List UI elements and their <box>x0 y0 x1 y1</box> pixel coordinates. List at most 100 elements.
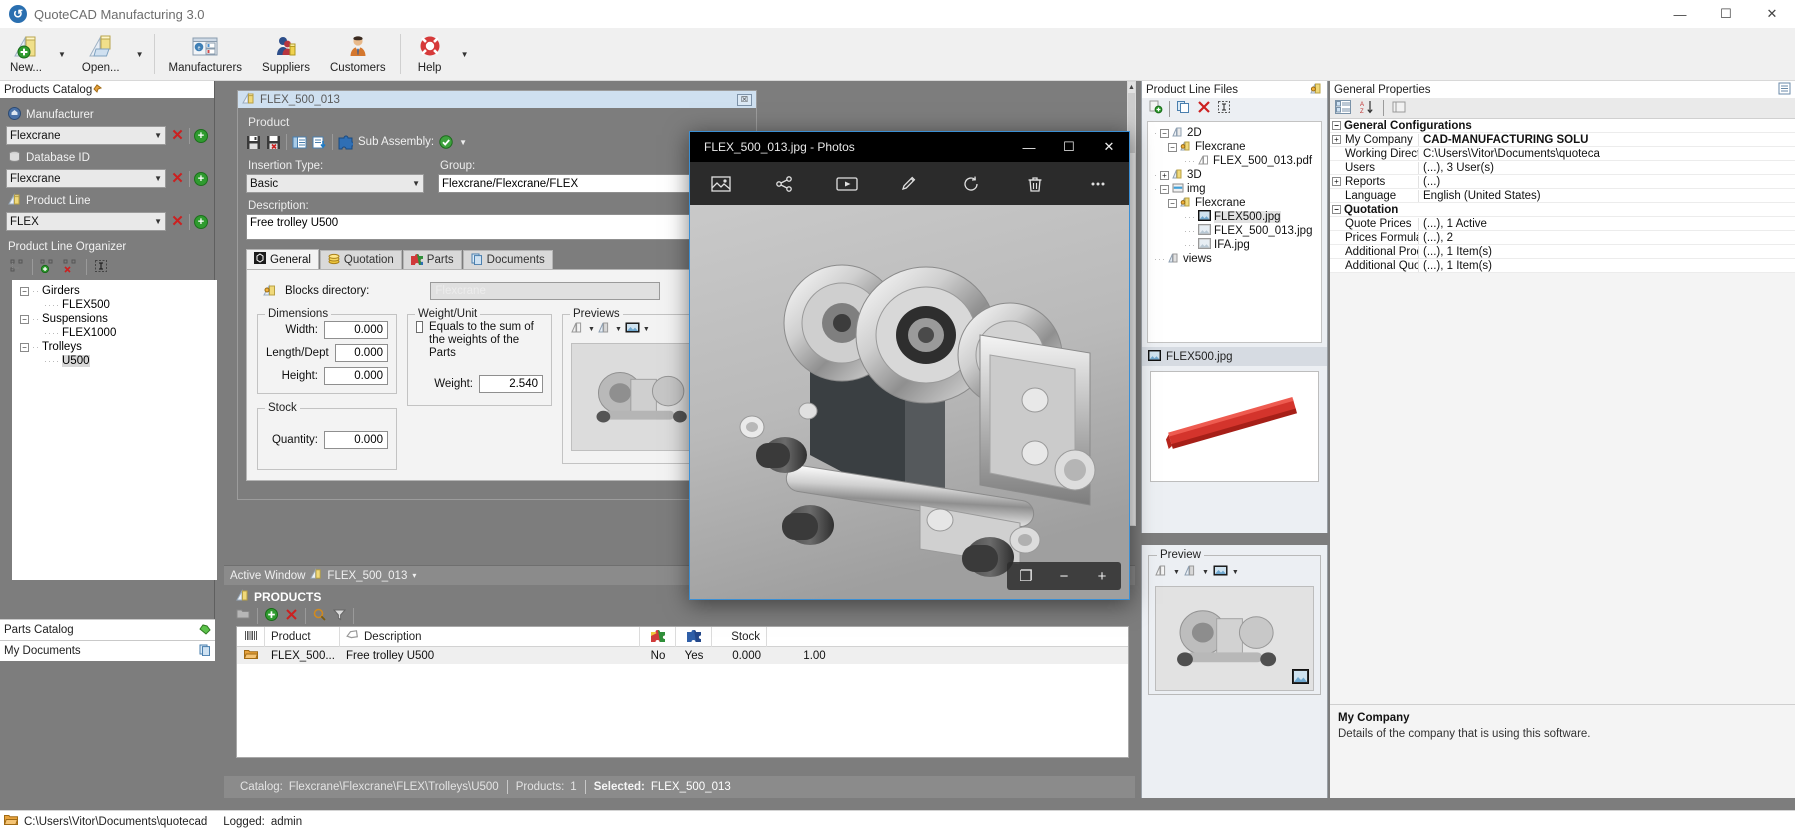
manufacturer-select[interactable]: Flexcrane ▼ <box>6 126 166 145</box>
preview-img-dropdown[interactable]: ▼ <box>643 326 650 333</box>
open-folder-icon[interactable] <box>236 608 250 623</box>
add-product-line-button[interactable]: + <box>194 214 208 229</box>
ribbon-help-button[interactable]: Help <box>405 28 455 80</box>
add-database-id-button[interactable]: + <box>194 171 208 186</box>
property-row[interactable]: − Quotation <box>1330 203 1795 217</box>
column-stock[interactable]: Stock <box>712 627 767 647</box>
expander-icon[interactable]: + <box>1332 135 1341 144</box>
property-row[interactable]: + My Company CAD-MANUFACTURING SOLU <box>1330 133 1795 147</box>
ribbon-open-dropdown[interactable]: ▼ <box>130 28 150 80</box>
property-row[interactable]: Additional Quot (...), 1 Item(s) <box>1330 259 1795 273</box>
share-icon[interactable] <box>753 162 816 205</box>
weight-sum-checkbox-row[interactable]: Equals to the sum of the weights of the … <box>416 321 543 360</box>
active-window-value[interactable]: FLEX_500_013 <box>327 570 407 582</box>
expander-icon[interactable]: − <box>1332 205 1341 214</box>
organizer-node-icon[interactable] <box>10 259 25 276</box>
delete-icon[interactable] <box>285 608 298 624</box>
file-node-flex500-jpg[interactable]: ··· FLEX500.jpg <box>1150 210 1321 224</box>
view-all-photos-icon[interactable] <box>690 162 753 205</box>
delete-file-icon[interactable] <box>1197 100 1211 117</box>
minimize-button[interactable]: — <box>1657 0 1703 28</box>
property-row[interactable]: Additional Prod (...), 1 Item(s) <box>1330 245 1795 259</box>
preview-3d-icon[interactable] <box>598 321 612 337</box>
height-input[interactable]: 0.000 <box>324 367 388 385</box>
product-line-tree[interactable]: − ·· Girders ···· FLEX500 − ·· Suspensio… <box>12 280 217 580</box>
rename-file-icon[interactable] <box>1217 100 1231 117</box>
properties-icon[interactable] <box>292 135 307 150</box>
table-row[interactable]: FLEX_500... Free trolley U500 No Yes 0.0… <box>237 647 1128 664</box>
file-node-views[interactable]: ··· views <box>1150 252 1321 266</box>
photo-image[interactable]: ❐ − + <box>690 205 1129 599</box>
tab-documents[interactable]: Documents <box>462 250 553 269</box>
edit-draw-icon[interactable] <box>878 162 941 205</box>
slideshow-icon[interactable] <box>815 162 878 205</box>
tree-node-trolleys[interactable]: − ·· Trolleys <box>12 340 217 354</box>
property-row[interactable]: Working Direct C:\Users\Vitor\Documents\… <box>1330 147 1795 161</box>
tree-node-flex1000[interactable]: ···· FLEX1000 <box>12 326 217 340</box>
preview-2d-dropdown[interactable]: ▼ <box>1173 569 1180 576</box>
file-node-2d[interactable]: · − 2D <box>1150 126 1321 140</box>
preview-3d-dropdown[interactable]: ▼ <box>615 326 622 333</box>
import-icon[interactable] <box>312 135 327 150</box>
clear-product-line-button[interactable]: ✕ <box>170 214 185 229</box>
column-barcode[interactable] <box>237 627 265 647</box>
expander-icon[interactable]: − <box>1168 142 1177 152</box>
clear-database-id-button[interactable]: ✕ <box>170 171 185 186</box>
search-icon[interactable] <box>313 608 326 624</box>
ribbon-help-dropdown[interactable]: ▼ <box>455 28 475 80</box>
save-icon[interactable] <box>246 135 261 150</box>
tab-parts[interactable]: Parts <box>402 250 462 269</box>
preview-img-dropdown[interactable]: ▼ <box>1232 569 1239 576</box>
ribbon-new-dropdown[interactable]: ▼ <box>52 28 72 80</box>
file-node-flex500013-jpg[interactable]: ··· FLEX_500_013.jpg <box>1150 224 1321 238</box>
fit-to-window-icon[interactable]: ❐ <box>1007 562 1045 590</box>
delete-icon[interactable] <box>1004 162 1067 205</box>
product-window-close-button[interactable]: ☒ <box>737 93 752 106</box>
column-extra[interactable] <box>767 627 862 647</box>
tab-quotation[interactable]: Quotation <box>319 250 402 269</box>
file-node-img[interactable]: · − img <box>1150 182 1321 196</box>
add-icon[interactable] <box>265 607 278 624</box>
zoom-out-icon[interactable]: − <box>1045 562 1083 590</box>
quantity-input[interactable]: 0.000 <box>324 431 388 449</box>
length-input[interactable]: 0.000 <box>334 344 388 362</box>
expander-icon[interactable]: + <box>1160 170 1169 180</box>
tab-general[interactable]: General <box>246 249 319 269</box>
property-row[interactable]: Language English (United States) <box>1330 189 1795 203</box>
filter-icon[interactable] <box>332 608 347 624</box>
tree-node-u500[interactable]: ···· U500 <box>12 354 217 368</box>
preview-img-icon[interactable] <box>625 321 640 337</box>
expander-icon[interactable]: − <box>20 314 29 324</box>
file-node-img-flexcrane[interactable]: − Flexcrane <box>1150 196 1321 210</box>
preview-2d-icon[interactable] <box>1155 564 1169 580</box>
insertion-type-select[interactable]: Basic ▼ <box>246 174 424 193</box>
preview-img-icon[interactable] <box>1213 564 1228 580</box>
tree-node-girders[interactable]: − ·· Girders <box>12 284 217 298</box>
file-node-3d[interactable]: · + 3D <box>1150 168 1321 182</box>
copy-file-icon[interactable] <box>1176 100 1191 117</box>
active-window-dropdown[interactable]: ▾ <box>412 571 416 580</box>
check-circle-icon[interactable] <box>439 134 454 150</box>
organizer-add-icon[interactable] <box>40 259 56 276</box>
property-row[interactable]: − General Configurations <box>1330 119 1795 133</box>
organizer-rename-icon[interactable] <box>94 259 108 276</box>
preview-image-box[interactable] <box>1155 586 1314 691</box>
my-documents-section[interactable]: My Documents <box>0 640 215 661</box>
expander-icon[interactable]: − <box>1160 128 1169 138</box>
tree-node-flex500[interactable]: ···· FLEX500 <box>12 298 217 312</box>
add-file-icon[interactable] <box>1148 100 1163 117</box>
scroll-up-arrow-icon[interactable]: ▲ <box>1128 82 1135 93</box>
photos-maximize-button[interactable]: ☐ <box>1049 132 1089 162</box>
general-properties-grid[interactable]: − General Configurations + My Company CA… <box>1330 119 1795 273</box>
description-input[interactable]: Free trolley U500 <box>246 214 748 240</box>
products-grid[interactable]: Product Description Stock FLEX_500... Fr… <box>236 626 1129 758</box>
expander-icon[interactable]: − <box>20 342 29 352</box>
database-id-select[interactable]: Flexcrane ▼ <box>6 169 166 188</box>
file-node-2d-flexcrane[interactable]: − Flexcrane <box>1150 140 1321 154</box>
property-row[interactable]: + Reports (...) <box>1330 175 1795 189</box>
tree-node-suspensions[interactable]: − ·· Suspensions <box>12 312 217 326</box>
weight-input[interactable]: 2.540 <box>479 375 543 393</box>
preview-2d-icon[interactable] <box>571 321 585 337</box>
expander-icon[interactable]: − <box>20 286 29 296</box>
sort-az-icon[interactable]: AZ <box>1359 100 1375 117</box>
